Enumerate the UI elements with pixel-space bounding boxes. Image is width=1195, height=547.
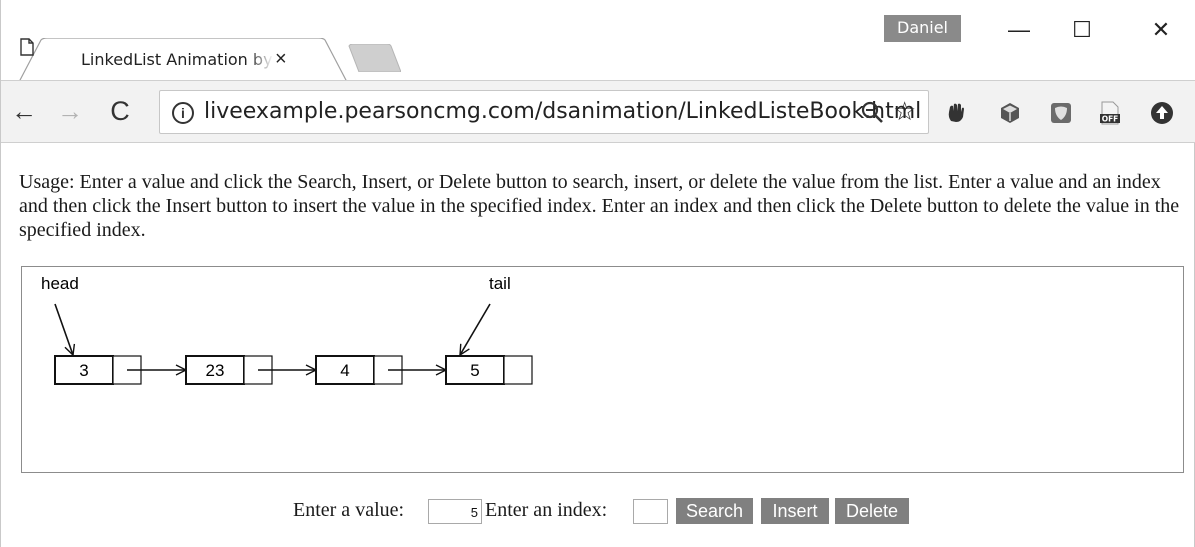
browser-tab[interactable]: LinkedList Animation by Y. Daniel Liang … [19,38,347,82]
shield-extension-icon[interactable] [1049,101,1073,125]
tail-pointer-arrow [460,303,491,355]
index-label: Enter an index: [485,499,608,521]
index-input[interactable] [633,499,668,524]
value-label: Enter a value: [293,499,405,521]
browser-toolbar: ← → C i liveexample.pearsoncmg.com/dsani… [1,80,1195,143]
close-icon[interactable]: ✕ [1136,14,1186,46]
tab-close-icon[interactable]: × [275,47,287,71]
node-value: 5 [470,361,479,380]
new-tab-button[interactable] [345,44,401,72]
delete-button[interactable]: Delete [835,498,909,524]
reload-icon[interactable]: C [105,97,135,127]
maximize-icon[interactable]: ☐ [1057,14,1107,46]
upload-extension-icon[interactable] [1150,101,1174,125]
linked-list-canvas: head tail 3 23 4 5 [21,266,1184,473]
tail-label: tail [489,274,511,293]
head-pointer-arrow [54,303,73,355]
title-bar: LinkedList Animation by Y. Daniel Liang … [1,0,1195,82]
insert-button[interactable]: Insert [761,498,829,524]
search-button[interactable]: Search [676,498,753,524]
node-value: 3 [79,361,88,380]
zoom-out-icon[interactable] [860,100,886,126]
forward-icon[interactable]: → [55,97,85,127]
node-value: 23 [206,361,225,380]
usage-instructions: Usage: Enter a value and click the Searc… [19,171,1180,241]
address-bar[interactable]: i liveexample.pearsoncmg.com/dsanimation… [159,90,929,134]
hand-extension-icon[interactable] [944,101,968,125]
list-node: 5 [445,355,533,385]
node-next-box [503,355,533,385]
head-label: head [41,274,79,293]
bookmark-star-icon[interactable]: ☆ [893,96,916,126]
minimize-icon[interactable]: — [994,14,1044,46]
info-icon[interactable]: i [172,102,194,124]
off-extension-icon[interactable]: OFF [1098,101,1122,125]
linked-list-diagram: head tail 3 23 4 5 [41,274,533,385]
controls-bar: Enter a value: 5 Enter an index: Search … [1,496,1195,526]
svg-text:OFF: OFF [1102,115,1119,124]
browser-window: LinkedList Animation by Y. Daniel Liang … [0,0,1195,547]
url-text[interactable]: liveexample.pearsoncmg.com/dsanimation/L… [204,99,921,124]
back-icon[interactable]: ← [9,97,39,127]
node-value: 4 [340,361,349,380]
page-icon [20,38,34,56]
cube-extension-icon[interactable] [998,101,1022,125]
profile-badge[interactable]: Daniel [884,15,961,42]
tab-title: LinkedList Animation by Y. Daniel Liang [81,50,273,69]
value-input[interactable]: 5 [428,499,482,524]
